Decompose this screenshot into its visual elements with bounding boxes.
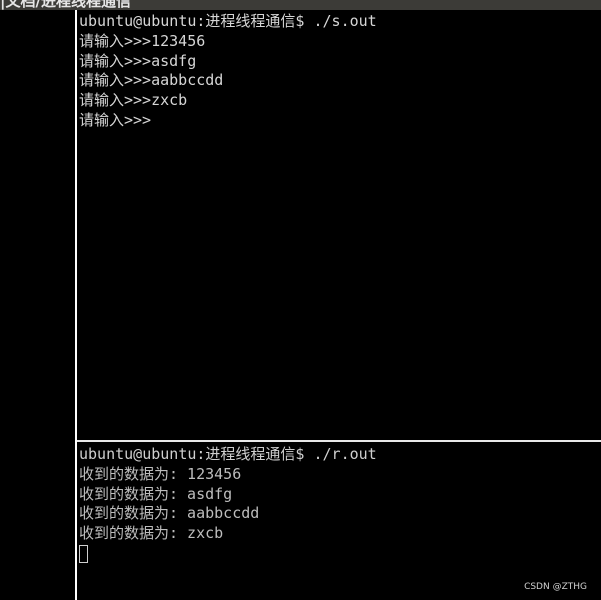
terminal-line: 请输入>>>zxcb [79, 91, 188, 110]
title-bar: |文档/进程线程通信 [0, 0, 601, 10]
terminal-line: 收到的数据为: aabbccdd [79, 504, 260, 523]
terminal-pane-receiver[interactable]: ubuntu@ubuntu:进程线程通信$ ./r.out 收到的数据为: 12… [77, 443, 601, 600]
text-cursor [79, 544, 88, 563]
terminal-line: 请输入>>>asdfg [79, 51, 197, 70]
window-title: |文档/进程线程通信 [0, 0, 131, 10]
terminal-line: ubuntu@ubuntu:进程线程通信$ ./r.out [79, 445, 377, 463]
terminal-cursor-line [79, 544, 377, 564]
terminal-prompt-line: 请输入>>> [79, 110, 152, 129]
terminal-line: 收到的数据为: zxcb [79, 524, 224, 543]
terminal-line: 收到的数据为: 123456 [79, 464, 242, 483]
terminal-output: ubuntu@ubuntu:进程线程通信$ ./s.out 请输入>>>1234… [79, 12, 377, 131]
horizontal-split-handle[interactable] [77, 440, 601, 442]
left-terminal-pane[interactable] [0, 10, 75, 600]
terminal-line: ubuntu@ubuntu:进程线程通信$ ./s.out [79, 12, 377, 30]
watermark: CSDN @ZTHG [524, 582, 587, 592]
terminal-line: 请输入>>>aabbccdd [79, 71, 224, 90]
terminal-output: ubuntu@ubuntu:进程线程通信$ ./r.out 收到的数据为: 12… [79, 445, 377, 564]
terminal-line: 请输入>>>123456 [79, 31, 206, 50]
terminal-line: 收到的数据为: asdfg [79, 484, 233, 503]
terminal-pane-sender[interactable]: ubuntu@ubuntu:进程线程通信$ ./s.out 请输入>>>1234… [77, 10, 601, 440]
